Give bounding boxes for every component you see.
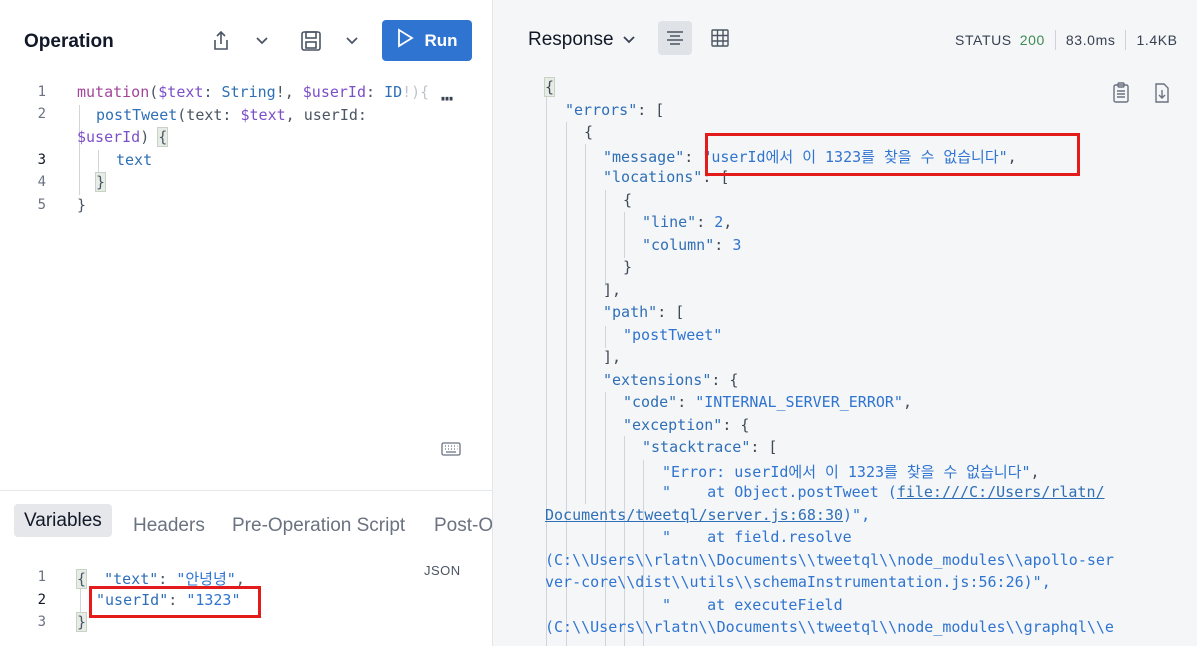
json-line: "column": 3	[642, 236, 742, 254]
json-line: {	[623, 191, 633, 209]
json-line: (C:\\Users\\rlatn\\Documents\\tweetql\\n…	[545, 551, 1114, 569]
save-icon[interactable]	[299, 27, 323, 55]
tab-variables[interactable]: Variables	[14, 504, 112, 537]
json-line: "Error: userId에서 이 1323를 찾을 수 없습니다",	[662, 463, 1040, 481]
json-line: ver-core\\dist\\utils\\schemaInstrumenta…	[545, 573, 1051, 591]
line-number: 1	[37, 569, 46, 585]
line-number: 5	[37, 197, 46, 213]
json-line: ],	[603, 281, 622, 299]
json-line: Documents/tweetql/server.js:68:30)",	[545, 506, 871, 524]
json-line: "extensions": {	[603, 371, 739, 389]
json-line: }	[623, 258, 633, 276]
response-size: 1.4KB	[1136, 32, 1178, 48]
status-label: STATUS	[955, 32, 1012, 48]
json-line: "stacktrace": [	[642, 438, 778, 456]
tab-headers[interactable]: Headers	[133, 515, 205, 537]
line-number: 3	[37, 152, 46, 168]
code-line: postTweet(text: $text, userId:	[96, 106, 367, 124]
code-line: }	[75, 612, 88, 632]
variables-tabbar: Variables Headers Pre-Operation Script P…	[0, 490, 492, 550]
stacktrace-link[interactable]: file:///C:/Users/rlatn/	[897, 483, 1105, 501]
code-line: mutation($text: String!, $userId: ID!){	[77, 83, 430, 101]
operation-panel: Operation Run 1 2 3 4 5 mutation($text: …	[0, 0, 492, 646]
line-number: 4	[37, 174, 46, 190]
response-time: 83.0ms	[1065, 32, 1116, 48]
json-line: " at field.resolve	[662, 528, 852, 546]
operation-header: Operation Run	[0, 0, 492, 80]
response-header: Response STATUS 200 83.0ms 1.4KB	[493, 0, 1197, 72]
status-bar: STATUS 200 83.0ms 1.4KB	[955, 30, 1178, 50]
highlight-annotation	[89, 586, 261, 618]
json-line: "code": "INTERNAL_SERVER_ERROR",	[623, 393, 912, 411]
chevron-down-icon[interactable]	[250, 27, 274, 55]
line-number: 2	[37, 106, 46, 122]
status-code: 200	[1019, 32, 1045, 48]
line-number: 2	[37, 592, 46, 608]
code-line: text	[116, 151, 153, 169]
line-number: 1	[37, 84, 46, 100]
keyboard-icon[interactable]	[441, 442, 461, 461]
code-line: }	[77, 196, 87, 214]
text-view-icon[interactable]	[658, 21, 692, 55]
table-view-icon[interactable]	[703, 21, 737, 55]
json-line: "postTweet"	[623, 326, 723, 344]
json-line: " at Object.postTweet (file:///C:/Users/…	[662, 483, 1105, 501]
indent-guide	[79, 105, 80, 195]
chevron-down-icon[interactable]	[340, 27, 364, 55]
share-icon[interactable]	[209, 27, 233, 55]
code-line: }	[94, 172, 107, 192]
tab-post-operation[interactable]: Post-Op	[434, 515, 492, 537]
stacktrace-link[interactable]: Documents/tweetql/server.js:68:30	[545, 506, 843, 524]
json-line: "errors": [	[565, 101, 665, 119]
run-button[interactable]: Run	[382, 20, 472, 61]
indent-guide	[98, 150, 99, 174]
code-line: $userId) {	[77, 127, 169, 147]
json-line: ],	[603, 348, 622, 366]
json-line: {	[543, 77, 556, 97]
more-options-icon[interactable]: ⋯	[441, 86, 454, 110]
indent-guide	[80, 588, 81, 616]
json-line: {	[584, 123, 594, 141]
json-line: (C:\\Users\\rlatn\\Documents\\tweetql\\n…	[545, 618, 1114, 636]
highlight-annotation	[705, 133, 1080, 176]
line-number: 3	[37, 614, 46, 630]
response-panel: Response STATUS 200 83.0ms 1.4KB {"erro…	[492, 0, 1197, 646]
response-title-dropdown[interactable]: Response	[528, 29, 636, 51]
tab-pre-operation-script[interactable]: Pre-Operation Script	[232, 515, 405, 537]
json-line: "line": 2,	[642, 213, 733, 231]
play-icon	[396, 28, 415, 53]
run-label: Run	[424, 30, 458, 50]
json-line: "exception": {	[623, 416, 750, 434]
json-line: " at executeField	[662, 596, 843, 614]
chevron-down-icon	[622, 29, 636, 51]
operation-title: Operation	[24, 31, 114, 52]
json-line: "path": [	[603, 303, 685, 321]
format-label: JSON	[424, 563, 461, 578]
response-title: Response	[528, 29, 614, 50]
